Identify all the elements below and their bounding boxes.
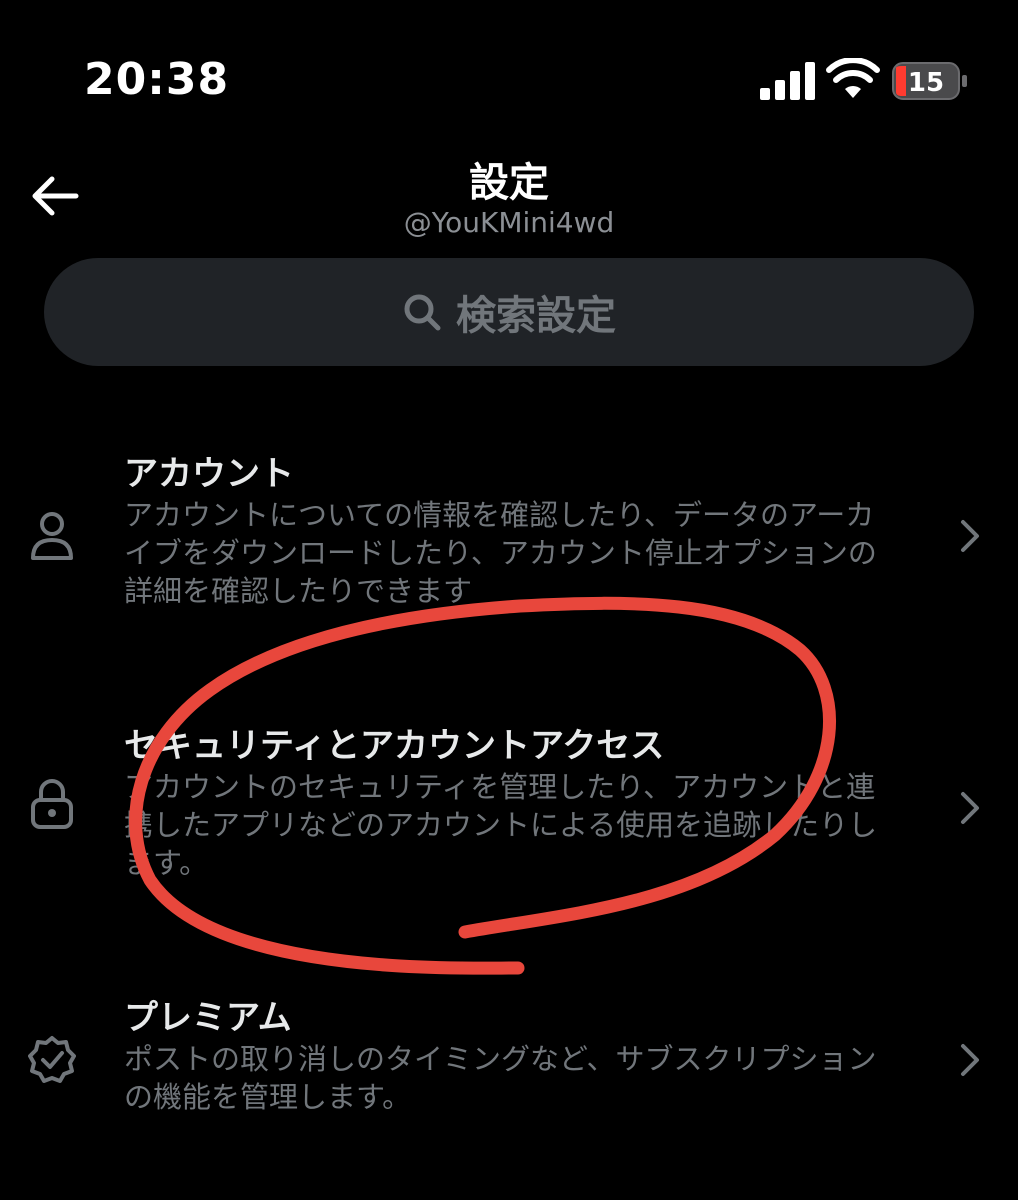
settings-item-title: アカウント (124, 454, 294, 494)
settings-item-description: アカウントのセキュリティを管理したり、アカウントと連携したアプリなどのアカウント… (124, 770, 878, 880)
settings-item-title: プレミアム (124, 998, 292, 1038)
battery-icon: 15 (892, 62, 967, 100)
wifi-icon (826, 58, 880, 98)
status-bar: 20:38 15 (0, 0, 1018, 160)
settings-item-account[interactable]: アカウント アカウントについての情報を確認したり、データのアーカイブをダウンロー… (0, 454, 1018, 614)
chevron-right-icon (961, 1044, 979, 1076)
settings-item-description: ポストの取り消しのタイミングなど、サブスクリプションの機能を管理します。 (124, 1042, 877, 1114)
settings-item-title: セキュリティとアカウントアクセス (124, 726, 665, 766)
chevron-right-icon (961, 792, 979, 824)
battery-level: 15 (908, 68, 944, 98)
chevron-right-icon (961, 520, 979, 552)
settings-item-security[interactable]: セキュリティとアカウントアクセス アカウントのセキュリティを管理したり、アカウン… (0, 726, 1018, 886)
lock-icon (31, 779, 73, 829)
settings-item-premium[interactable]: プレミアム ポストの取り消しのタイミングなど、サブスクリプションの機能を管理しま… (0, 998, 1018, 1118)
search-icon (404, 294, 441, 331)
settings-screen: 20:38 15 設定 @YouKMini4wd 検索設定 アカウント アカウン… (0, 0, 1018, 1200)
account-username: @YouKMini4wd (403, 206, 615, 239)
settings-item-description: アカウントについての情報を確認したり、データのアーカイブをダウンロードしたり、ア… (124, 498, 877, 608)
search-placeholder: 検索設定 (456, 293, 616, 339)
page-title: 設定 (469, 160, 549, 206)
search-settings-input[interactable]: 検索設定 (44, 258, 974, 366)
person-icon (31, 512, 73, 560)
status-time: 20:38 (84, 54, 230, 105)
verified-badge-icon (28, 1036, 76, 1083)
cellular-signal-icon (760, 62, 815, 100)
